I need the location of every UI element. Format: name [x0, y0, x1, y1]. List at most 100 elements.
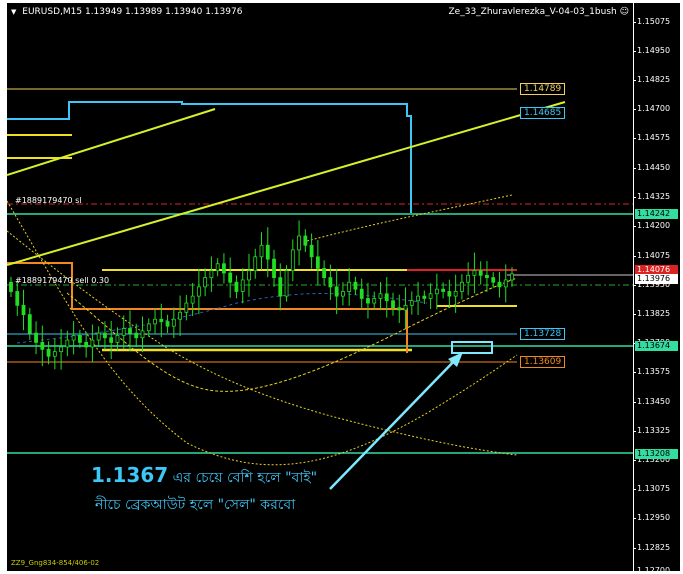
chart-window: ▼ EURUSD,M15 1.13949 1.13989 1.13940 1.1… — [0, 0, 683, 574]
stop-loss-label: #1889179470 sl — [15, 196, 82, 205]
candle-body — [40, 341, 45, 350]
candle-body — [510, 273, 514, 281]
candle-body — [190, 295, 195, 304]
candle-body — [497, 281, 502, 288]
chart-plot-area[interactable]: ▼ EURUSD,M15 1.13949 1.13989 1.13940 1.1… — [7, 3, 633, 571]
candle-body — [77, 335, 82, 343]
sell-order-label: #1889179470 sell 0.30 — [15, 276, 110, 285]
candle-body — [472, 270, 477, 276]
price-tick: 1.14200 — [632, 221, 671, 230]
candle-body — [84, 341, 89, 348]
indicator-name: Ze_33_Zhuravlerezka_V-04-03_1bush — [448, 7, 617, 17]
candle-body — [65, 339, 70, 348]
candle-body — [96, 332, 101, 341]
candle-body — [341, 291, 345, 297]
price-tick: 1.12700 — [632, 566, 671, 574]
candle-body — [165, 321, 170, 327]
price-tick: 1.13075 — [632, 484, 671, 493]
triangle-down-icon[interactable]: ▼ — [11, 8, 16, 16]
candle-body — [309, 244, 314, 258]
candle-body — [290, 249, 295, 272]
price-tick: 1.12950 — [632, 513, 671, 522]
candle-body — [322, 267, 327, 279]
candle-body — [328, 277, 333, 288]
candle-body — [416, 295, 420, 302]
candle-body — [228, 272, 233, 283]
candle-body — [434, 288, 439, 295]
footer-label: ZZ9_Gng834-854/406-02 — [11, 559, 100, 567]
candle-body — [121, 328, 126, 336]
candle-body — [272, 258, 276, 279]
candle-body — [140, 330, 145, 339]
candle-body — [52, 351, 57, 357]
chart-header: ▼ EURUSD,M15 1.13949 1.13989 1.13940 1.1… — [11, 7, 242, 17]
candle-body — [46, 348, 51, 357]
candle-body — [441, 288, 446, 292]
candle-body — [459, 281, 464, 292]
candle-body — [478, 270, 483, 276]
candle-body — [222, 263, 226, 274]
candle-body — [196, 286, 201, 297]
symbol-info: EURUSD,M15 1.13949 1.13989 1.13940 1.139… — [22, 7, 243, 17]
price-tick: 1.14075 — [632, 251, 671, 260]
candle-body — [184, 302, 189, 313]
candle-body — [409, 300, 414, 306]
candle-body — [284, 270, 289, 297]
candle-body — [134, 332, 139, 339]
candle-body — [378, 293, 383, 299]
candle-body — [491, 277, 496, 283]
annotation-line-1: 1.1367 এর চেয়ে বেশি হলে "বাই" — [91, 463, 317, 490]
candle-body — [153, 318, 157, 325]
annotation-arrow — [329, 355, 460, 490]
candle-body — [59, 346, 63, 353]
candle-body — [234, 281, 239, 292]
candle-body — [485, 274, 489, 279]
candle-body — [253, 256, 258, 272]
price-tick: 1.15075 — [632, 17, 671, 26]
candle-body — [278, 277, 283, 297]
candle-body — [466, 274, 471, 283]
price-tick: 1.14450 — [632, 163, 671, 172]
channel-line-main[interactable] — [7, 101, 566, 266]
candle-body — [103, 332, 107, 339]
price-tag-current: 1.13976 — [635, 274, 678, 284]
price-tick: 1.14950 — [632, 46, 671, 55]
price-tick: 1.14325 — [632, 192, 671, 201]
candle-body — [259, 244, 264, 258]
price-tick: 1.13575 — [632, 367, 671, 376]
breakout-highlight-box[interactable] — [451, 341, 493, 354]
level-label-14789: 1.14789 — [520, 83, 566, 95]
candle-body — [265, 244, 270, 260]
candle-body — [115, 335, 120, 343]
candle-body — [109, 337, 114, 343]
price-tick: 1.13825 — [632, 309, 671, 318]
candle-body — [428, 293, 433, 299]
level-label-14685: 1.14685 — [520, 107, 566, 119]
candle-body — [71, 335, 76, 341]
price-tick: 1.14825 — [632, 75, 671, 84]
candle-body — [347, 281, 352, 292]
candle-body — [359, 288, 364, 299]
candle-body — [15, 291, 20, 306]
candle-body — [215, 263, 220, 272]
price-axis[interactable]: 1.15075 1.14950 1.14825 1.14700 1.14575 … — [632, 3, 680, 574]
candle-body — [334, 286, 339, 297]
annotation-line-2: নীচে ব্রেকআউট হলে "সেল" করবো — [95, 497, 296, 513]
candle-body — [397, 307, 402, 311]
candle-body — [503, 279, 508, 288]
candle-body — [34, 332, 38, 343]
price-tick: 1.12825 — [632, 543, 671, 552]
candle-body — [372, 298, 377, 304]
candle-body — [391, 300, 395, 309]
candle-body — [203, 277, 208, 288]
candle-body — [146, 323, 151, 332]
candle-body — [178, 311, 182, 320]
level-label-13609: 1.13609 — [520, 356, 566, 368]
candle-body — [297, 235, 301, 251]
candle-body — [303, 235, 308, 246]
candle-body — [353, 281, 358, 290]
price-tag-support: 1.13674 — [635, 341, 678, 351]
price-tick: 1.14700 — [632, 104, 671, 113]
smiley-icon: ☺ — [619, 7, 629, 17]
candle-body — [240, 279, 245, 292]
